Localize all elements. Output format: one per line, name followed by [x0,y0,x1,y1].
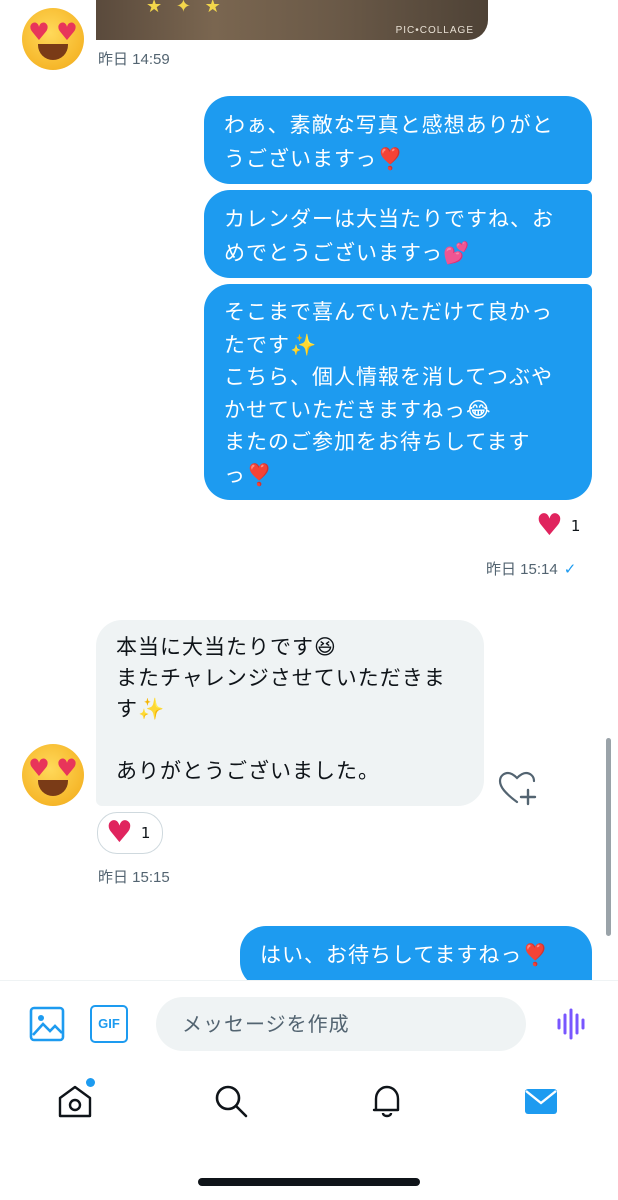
home-indicator [198,1178,420,1186]
shared-photo[interactable]: ★ ✦ ★ PIC•COLLAGE [96,0,488,40]
outgoing-message[interactable]: そこまで喜んでいただけて良かっ たです✨ こちら、個人情報を消してつぶや かせて… [204,284,592,500]
heart-icon: ♥ [106,815,133,850]
avatar-mouth [38,44,68,60]
outgoing-message[interactable]: はい、お待ちしてますねっ❣️ [240,926,592,980]
avatar[interactable]: ♥ ♥ [22,744,84,806]
scrollbar[interactable] [606,738,611,936]
heart-eye-icon: ♥ [28,754,50,782]
outgoing-message[interactable]: カレンダーは大当たりですね、お めでとうございますっ💕 [204,190,592,278]
home-icon[interactable] [56,1082,94,1120]
search-icon[interactable] [212,1082,250,1120]
gif-icon[interactable]: GIF [90,1005,128,1043]
incoming-message[interactable]: 本当に大当たりです😆 またチャレンジさせていただきま す✨ ありがとうございまし… [96,620,484,806]
timestamp-text: 昨日 15:14 [486,561,558,578]
sparkle-decoration: ★ ✦ ★ [146,0,225,17]
mail-icon[interactable] [522,1082,560,1120]
bell-icon[interactable] [368,1082,406,1120]
timestamp: 昨日 14:59 [98,51,170,68]
notification-dot [86,1078,95,1087]
reaction-count: 1 [140,824,151,842]
conversation-view: ★ ✦ ★ PIC•COLLAGE ♥ ♥ 昨日 14:59 わぁ、素敵な写真と… [0,0,618,980]
image-icon[interactable] [28,1005,66,1043]
add-reaction-icon[interactable] [497,768,537,808]
heart-icon: ♥ [536,508,563,543]
timestamp: 昨日 15:14 ✓ [486,558,576,579]
avatar[interactable]: ♥ ♥ [22,8,84,70]
voice-icon[interactable] [552,1005,590,1043]
avatar-mouth [38,780,68,796]
timestamp: 昨日 15:15 [98,869,170,886]
message-input[interactable]: メッセージを作成 [156,997,526,1051]
message-composer: GIF メッセージを作成 [0,980,618,1067]
heart-eye-icon: ♥ [56,18,78,46]
reaction-count: 1 [570,517,581,535]
read-check-icon: ✓ [563,561,577,578]
photo-watermark: PIC•COLLAGE [395,25,474,36]
outgoing-message[interactable]: わぁ、素敵な写真と感想ありがと うございますっ❣️ [204,96,592,184]
heart-eye-icon: ♥ [56,754,78,782]
message-reaction[interactable]: ♥ 1 [536,508,581,543]
heart-eye-icon: ♥ [28,18,50,46]
message-reaction[interactable]: ♥ 1 [97,812,164,854]
